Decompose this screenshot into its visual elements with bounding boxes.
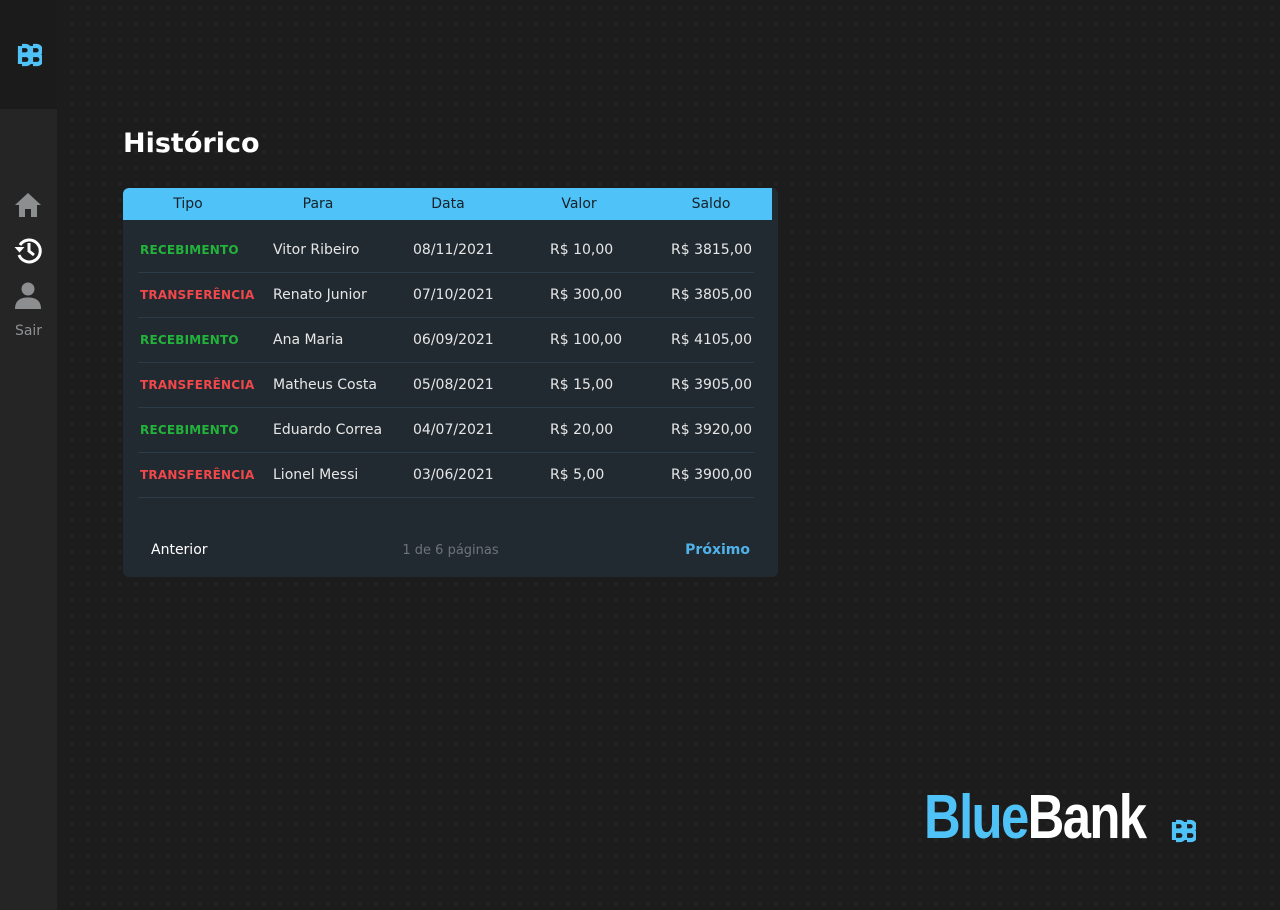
pagination-status: 1 de 6 páginas bbox=[402, 543, 499, 558]
sidebar-logo[interactable] bbox=[0, 0, 57, 109]
cell-tipo: RECEBIMENTO bbox=[140, 333, 239, 347]
user-icon bbox=[15, 282, 41, 309]
cell-data: 06/09/2021 bbox=[413, 332, 494, 348]
cell-saldo: R$ 3805,00 bbox=[671, 287, 752, 303]
table-row: RECEBIMENTO Eduardo Correa 04/07/2021 R$… bbox=[138, 408, 754, 453]
cell-para: Ana Maria bbox=[273, 332, 344, 348]
cell-valor: R$ 10,00 bbox=[550, 242, 614, 258]
cell-tipo: TRANSFERÊNCIA bbox=[140, 468, 255, 482]
next-page-button[interactable]: Próximo bbox=[685, 542, 750, 558]
cell-para: Vitor Ribeiro bbox=[273, 242, 360, 258]
table-header: Tipo Para Data Valor Saldo bbox=[123, 188, 772, 220]
column-header-tipo: Tipo bbox=[173, 196, 203, 212]
table-row: RECEBIMENTO Ana Maria 06/09/2021 R$ 100,… bbox=[138, 318, 754, 363]
cell-saldo: R$ 4105,00 bbox=[671, 332, 752, 348]
cell-saldo: R$ 3920,00 bbox=[671, 422, 752, 438]
history-icon bbox=[14, 238, 42, 264]
table-row: TRANSFERÊNCIA Matheus Costa 05/08/2021 R… bbox=[138, 363, 754, 408]
cell-data: 08/11/2021 bbox=[413, 242, 494, 258]
page-title: Histórico bbox=[123, 128, 260, 159]
column-header-data: Data bbox=[431, 196, 465, 212]
cell-valor: R$ 15,00 bbox=[550, 377, 614, 393]
column-header-valor: Valor bbox=[561, 196, 597, 212]
cell-tipo: RECEBIMENTO bbox=[140, 423, 239, 437]
brand-wordmark: BlueBank bbox=[924, 782, 1147, 854]
cell-saldo: R$ 3815,00 bbox=[671, 242, 752, 258]
sidebar-item-profile[interactable] bbox=[12, 279, 44, 311]
table-row: TRANSFERÊNCIA Lionel Messi 03/06/2021 R$… bbox=[138, 453, 754, 498]
cell-valor: R$ 5,00 bbox=[550, 467, 605, 483]
cell-para: Renato Junior bbox=[273, 287, 367, 303]
column-header-para: Para bbox=[302, 196, 334, 212]
sidebar-item-home[interactable] bbox=[12, 189, 44, 221]
cell-para: Eduardo Correa bbox=[273, 422, 383, 438]
sidebar-item-history[interactable] bbox=[12, 234, 44, 266]
cell-valor: R$ 100,00 bbox=[550, 332, 623, 348]
cell-para: Lionel Messi bbox=[273, 467, 359, 483]
cell-tipo: TRANSFERÊNCIA bbox=[140, 378, 255, 392]
cell-tipo: RECEBIMENTO bbox=[140, 243, 239, 257]
logout-button[interactable]: Sair bbox=[0, 323, 57, 339]
cell-data: 07/10/2021 bbox=[413, 287, 494, 303]
cell-valor: R$ 300,00 bbox=[550, 287, 623, 303]
column-header-saldo: Saldo bbox=[691, 196, 731, 212]
cell-saldo: R$ 3905,00 bbox=[671, 377, 752, 393]
cell-data: 04/07/2021 bbox=[413, 422, 494, 438]
cell-valor: R$ 20,00 bbox=[550, 422, 614, 438]
home-icon bbox=[15, 193, 41, 217]
brand-word-bank: Bank bbox=[1027, 783, 1147, 852]
brand-word-blue: Blue bbox=[924, 783, 1029, 852]
bluebank-logo-icon bbox=[17, 43, 42, 66]
cell-data: 03/06/2021 bbox=[413, 467, 494, 483]
cell-para: Matheus Costa bbox=[273, 377, 377, 393]
cell-data: 05/08/2021 bbox=[413, 377, 494, 393]
table-row: RECEBIMENTO Vitor Ribeiro 08/11/2021 R$ … bbox=[138, 228, 754, 273]
sidebar: Sair bbox=[0, 0, 57, 910]
table-row: TRANSFERÊNCIA Renato Junior 07/10/2021 R… bbox=[138, 273, 754, 318]
cell-tipo: TRANSFERÊNCIA bbox=[140, 288, 255, 302]
history-table-card: Tipo Para Data Valor Saldo RECEBIMENTO V… bbox=[123, 188, 778, 577]
bluebank-logo-icon bbox=[1171, 819, 1196, 843]
cell-saldo: R$ 3900,00 bbox=[671, 467, 752, 483]
